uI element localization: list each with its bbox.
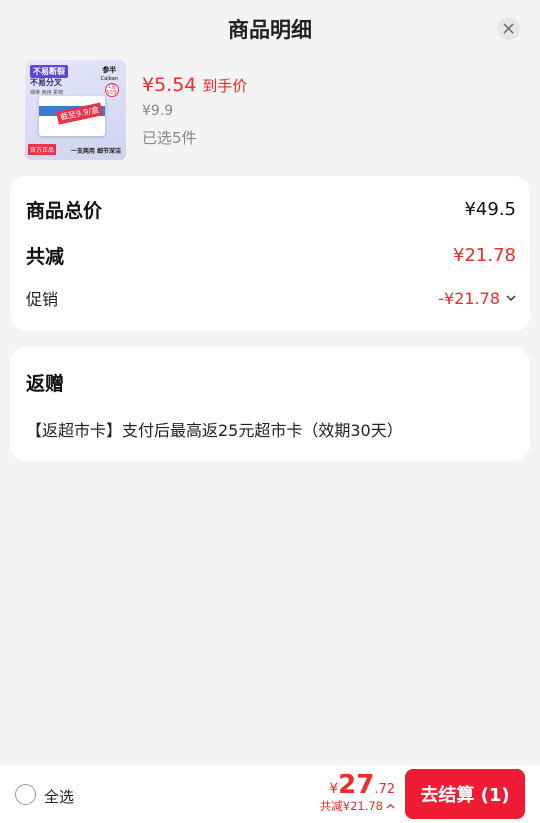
total-row: 商品总价 ¥49.5 — [26, 196, 516, 223]
original-price: ¥9.9 — [142, 103, 174, 119]
price-line: ¥5.54 到手价 — [142, 74, 247, 96]
select-all-checkbox[interactable] — [15, 784, 36, 805]
gift-card: 返赠 【返超市卡】支付后最高返25元超市卡（效期30天） — [10, 347, 530, 461]
brand-name: 参半 — [102, 66, 117, 74]
brand-name-en: Caiban — [100, 76, 118, 82]
checkout-button[interactable]: 去结算 (1) — [405, 769, 525, 819]
reduce-value: ¥21.78 — [453, 245, 516, 266]
image-tag-third: 细棒 两用 柔韧 — [30, 90, 64, 96]
reduce-row: 共减 ¥21.78 — [26, 242, 516, 269]
image-slogan: 一支两用 细节深洁 — [70, 148, 121, 155]
discount-text: 共减¥21.78 — [319, 799, 383, 813]
final-price-label: 到手价 — [202, 77, 248, 95]
gift-description: 【返超市卡】支付后最高返25元超市卡（效期30天） — [26, 421, 403, 440]
promo-label: 促销 — [26, 290, 59, 309]
select-all-label[interactable]: 全选 — [44, 786, 74, 807]
amount-decimal: .72 — [374, 782, 395, 797]
close-icon — [503, 23, 514, 34]
total-payable: ¥27.72 共减¥21.78 — [320, 770, 395, 814]
image-tag-second: 不易分叉 — [30, 78, 62, 87]
close-button[interactable] — [497, 17, 520, 40]
price-summary-card: 商品总价 ¥49.5 共减 ¥21.78 促销 -¥21.78 — [10, 176, 530, 331]
chevron-up-icon — [386, 803, 395, 809]
currency-symbol: ¥ — [329, 781, 339, 797]
promo-value-toggle[interactable]: -¥21.78 — [438, 289, 516, 308]
pack-badge: 1盒 50支 — [105, 83, 119, 97]
brand-logo: 参半 Caiban — [101, 66, 118, 83]
page-title: 商品明细 — [228, 18, 312, 42]
final-price: ¥5.54 — [142, 74, 197, 96]
amount-integer: 27 — [338, 770, 375, 800]
product-item: 不易断裂 不易分叉 细棒 两用 柔韧 参半 Caiban 1盒 50支 截至9.… — [25, 60, 515, 162]
chevron-down-icon — [506, 295, 516, 301]
discount-detail-toggle[interactable]: 共减¥21.78 — [320, 798, 395, 814]
payable-amount: ¥27.72 — [320, 770, 395, 800]
checkout-bar: 全选 ¥27.72 共减¥21.78 去结算 (1) — [0, 765, 540, 823]
product-image[interactable]: 不易断裂 不易分叉 细棒 两用 柔韧 参半 Caiban 1盒 50支 截至9.… — [25, 60, 126, 160]
header: 商品明细 — [0, 0, 540, 58]
total-value: ¥49.5 — [464, 199, 516, 220]
selected-count: 已选5件 — [142, 129, 197, 147]
promo-row[interactable]: 促销 -¥21.78 — [26, 286, 516, 310]
official-tag: 官方正品 — [28, 144, 57, 155]
promo-value: -¥21.78 — [438, 288, 500, 308]
gift-title: 返赠 — [26, 373, 65, 395]
reduce-label: 共减 — [26, 246, 65, 268]
total-label: 商品总价 — [26, 200, 103, 222]
